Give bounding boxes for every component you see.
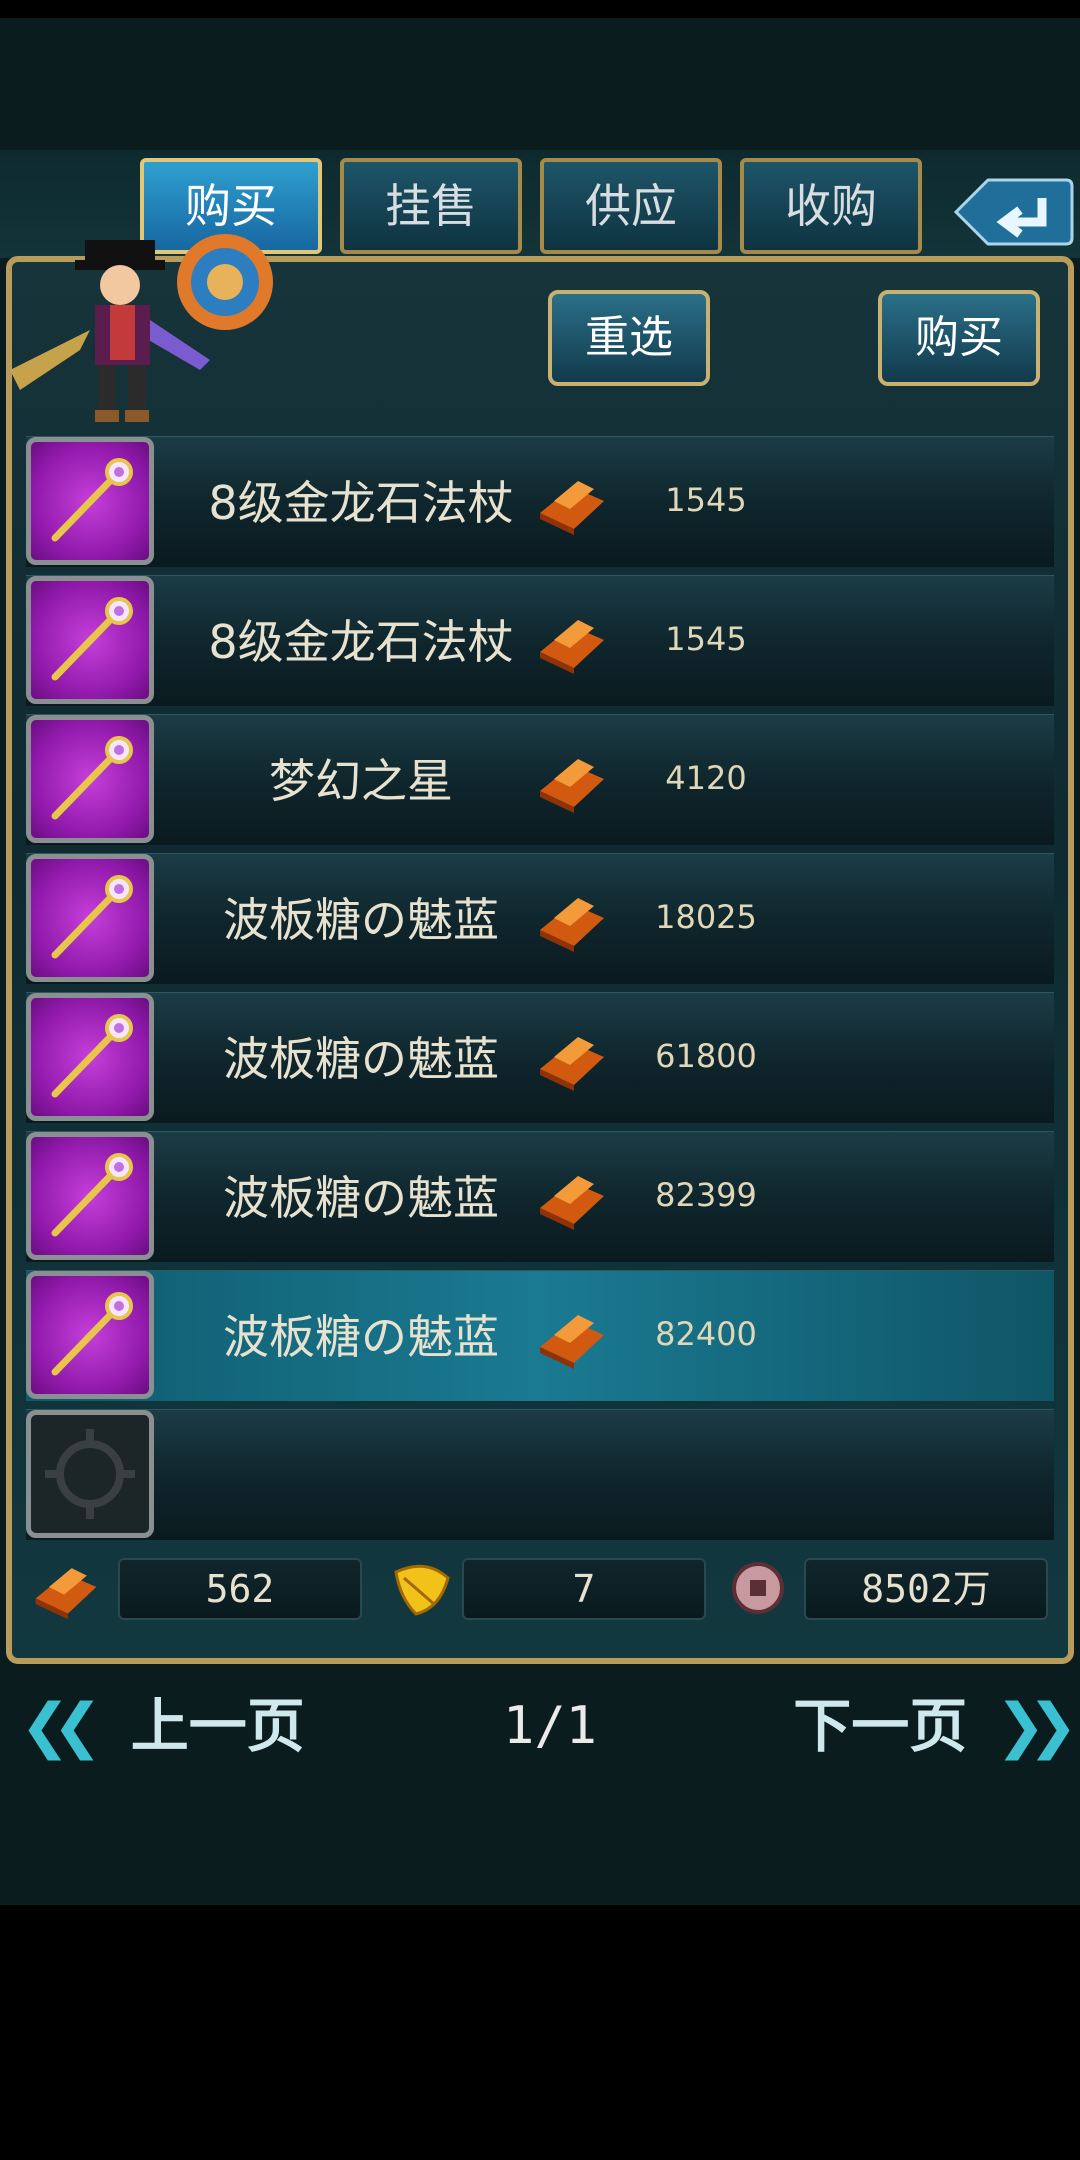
item-name: 波板糖の魅蓝 [223, 1032, 499, 1086]
list-item[interactable]: 梦幻之星 4120 [26, 714, 1054, 845]
item-name: 波板糖の魅蓝 [223, 1171, 499, 1225]
item-name: 8级金龙石法杖 [208, 615, 514, 669]
staff-icon [51, 1292, 133, 1376]
item-price: 18025 [655, 898, 757, 936]
item-price: 82399 [655, 1176, 757, 1214]
pagination: ❮❮ 上一页 1/1 下一页 ❯❯ [0, 1676, 1080, 1776]
item-slot [26, 1271, 154, 1399]
item-price: 82400 [655, 1315, 757, 1353]
back-icon[interactable] [946, 172, 1074, 252]
screen: 购买 挂售 供应 收购 重选 购买 8级金龙石法杖 1545 8级金龙石法杖 1… [0, 0, 1080, 1905]
list-item[interactable]: 8级金龙石法杖 1545 [26, 436, 1054, 567]
leaf-amount: 7 [462, 1558, 706, 1620]
staff-icon [51, 597, 133, 681]
character-avatar [10, 234, 273, 422]
gold-amount: 562 [118, 1558, 362, 1620]
item-price: 61800 [655, 1037, 757, 1075]
staff-icon [51, 458, 133, 542]
gold-ingot-icon [540, 481, 604, 535]
item-slot [26, 437, 154, 565]
tab-sell[interactable]: 挂售 [340, 158, 522, 254]
gold-ingot-icon [540, 1037, 604, 1091]
item-slot-empty [26, 1410, 154, 1538]
gold-ingot-icon [540, 898, 604, 952]
item-name: 梦幻之星 [269, 754, 453, 808]
list-item-selected[interactable]: 波板糖の魅蓝 82400 [26, 1270, 1054, 1401]
item-name: 波板糖の魅蓝 [223, 1310, 499, 1364]
list-item[interactable]: 8级金龙石法杖 1545 [26, 575, 1054, 706]
gold-ingot-icon [540, 1315, 604, 1369]
list-item[interactable]: 波板糖の魅蓝 18025 [26, 853, 1054, 984]
empty-slot-icon [45, 1429, 135, 1519]
item-name: 8级金龙石法杖 [208, 476, 514, 530]
item-price: 1545 [665, 620, 747, 658]
double-chevron-left-icon: ❮❮ [20, 1691, 102, 1761]
prev-page-button[interactable]: ❮❮ 上一页 [20, 1676, 305, 1776]
staff-icon [51, 1153, 133, 1237]
gold-ingot-icon [540, 1176, 604, 1230]
list-item-empty [26, 1409, 1054, 1540]
staff-icon [51, 875, 133, 959]
staff-icon [51, 1014, 133, 1098]
staff-icon [51, 736, 133, 820]
page-indicator: 1/1 [503, 1696, 597, 1756]
gold-ingot-icon [35, 1568, 97, 1620]
next-page-button[interactable]: 下一页 ❯❯ [793, 1676, 1078, 1776]
item-list: 8级金龙石法杖 1545 8级金龙石法杖 1545 梦幻之星 4120 波板糖の… [26, 436, 1054, 1548]
item-price: 4120 [665, 759, 747, 797]
item-price: 1545 [665, 481, 747, 519]
leaf-icon [394, 1564, 450, 1616]
currency-bar: 562 7 8502万 [30, 1552, 1050, 1624]
gold-ingot-icon [540, 620, 604, 674]
status-bar [0, 0, 1080, 18]
prev-page-label: 上一页 [130, 1692, 305, 1760]
coin-icon [732, 1562, 784, 1614]
item-slot [26, 993, 154, 1121]
reselect-button[interactable]: 重选 [548, 290, 710, 386]
item-slot [26, 854, 154, 982]
tab-purchase[interactable]: 收购 [740, 158, 922, 254]
list-item[interactable]: 波板糖の魅蓝 82399 [26, 1131, 1054, 1262]
item-slot [26, 715, 154, 843]
buy-button[interactable]: 购买 [878, 290, 1040, 386]
coin-amount: 8502万 [804, 1558, 1048, 1620]
next-page-label: 下一页 [793, 1692, 968, 1760]
item-name: 波板糖の魅蓝 [223, 893, 499, 947]
item-slot [26, 576, 154, 704]
item-slot [26, 1132, 154, 1260]
list-item[interactable]: 波板糖の魅蓝 61800 [26, 992, 1054, 1123]
gold-ingot-icon [540, 759, 604, 813]
tab-supply[interactable]: 供应 [540, 158, 722, 254]
double-chevron-right-icon: ❯❯ [995, 1691, 1077, 1761]
